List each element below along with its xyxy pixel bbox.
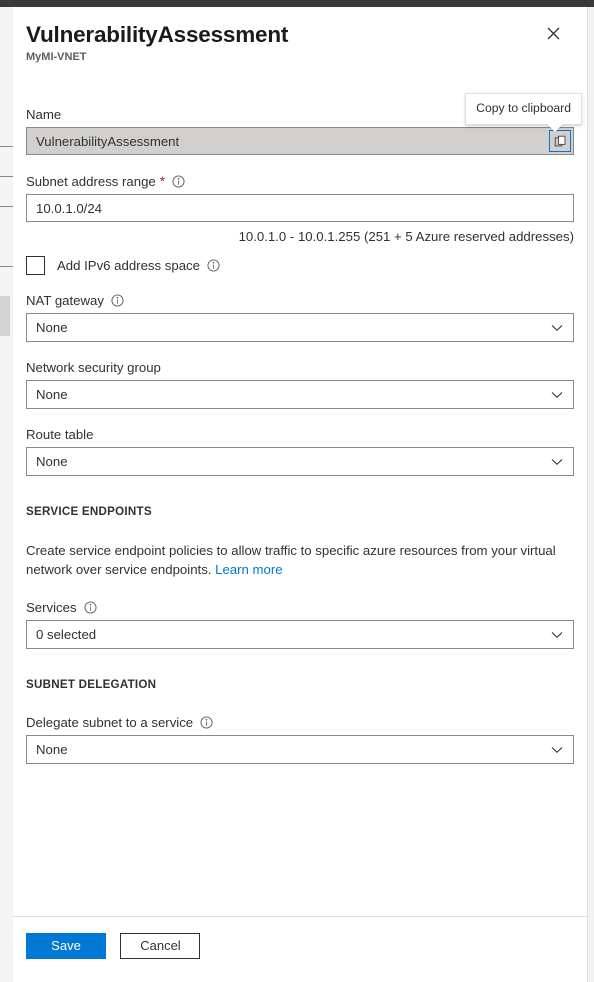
service-endpoints-header: SERVICE ENDPOINTS xyxy=(26,505,152,518)
route-table-dropdown[interactable]: None xyxy=(26,447,574,476)
services-block: Services 0 selected xyxy=(26,599,574,649)
route-table-label-text: Route table xyxy=(26,427,94,442)
info-icon[interactable] xyxy=(207,259,220,272)
nat-gateway-block: NAT gateway None xyxy=(26,292,574,342)
background-shade-block xyxy=(0,296,10,336)
name-input[interactable] xyxy=(26,127,574,155)
info-icon[interactable] xyxy=(200,716,213,729)
subnet-delegation-header: SUBNET DELEGATION xyxy=(26,678,157,691)
page-subtitle: MyMI-VNET xyxy=(26,51,87,63)
add-ipv6-label: Add IPv6 address space xyxy=(57,257,220,274)
route-table-value: None xyxy=(36,454,68,469)
copy-icon[interactable] xyxy=(549,130,571,152)
subnet-address-range-label-text: Subnet address range xyxy=(26,174,156,189)
chevron-down-icon xyxy=(551,631,563,639)
network-security-group-value: None xyxy=(36,387,68,402)
delegate-subnet-dropdown[interactable]: None xyxy=(26,735,574,764)
name-field-wrapper: Copy to clipboard xyxy=(26,93,582,155)
subnet-address-range-helper: 10.0.1.0 - 10.0.1.255 (251 + 5 Azure res… xyxy=(238,229,574,244)
network-security-group-label-text: Network security group xyxy=(26,360,161,375)
background-divider-line xyxy=(0,266,13,267)
chevron-down-icon xyxy=(551,458,563,466)
background-divider-line xyxy=(0,176,13,177)
route-table-block: Route table None xyxy=(26,426,574,476)
nat-gateway-value: None xyxy=(36,320,68,335)
delegate-subnet-block: Delegate subnet to a service None xyxy=(26,714,574,764)
cancel-button[interactable]: Cancel xyxy=(120,933,201,959)
delegate-subnet-label-text: Delegate subnet to a service xyxy=(26,715,194,730)
copy-tooltip: Copy to clipboard xyxy=(465,93,582,132)
chevron-down-icon xyxy=(551,746,563,754)
info-icon[interactable] xyxy=(111,294,124,307)
chevron-down-icon xyxy=(551,391,563,399)
copy-tooltip-arrow xyxy=(546,123,564,132)
close-icon[interactable] xyxy=(539,19,567,47)
blade-body: Name Copy to clipboard Subnet addr xyxy=(13,65,587,916)
network-security-group-label: Network security group xyxy=(26,359,574,376)
services-value: 0 selected xyxy=(36,627,97,642)
background-left-fill xyxy=(0,7,13,982)
info-icon[interactable] xyxy=(172,175,185,188)
name-label-text: Name xyxy=(26,107,62,122)
blade-footer: Save Cancel xyxy=(13,916,587,982)
nat-gateway-dropdown[interactable]: None xyxy=(26,313,574,342)
network-security-group-dropdown[interactable]: None xyxy=(26,380,574,409)
services-dropdown[interactable]: 0 selected xyxy=(26,620,574,649)
delegate-subnet-value: None xyxy=(36,742,68,757)
subnet-address-range-block: Subnet address range * 10.0.1.0 - 10.0.1… xyxy=(26,173,574,245)
info-icon[interactable] xyxy=(84,601,97,614)
network-security-group-block: Network security group None xyxy=(26,359,574,409)
add-ipv6-row[interactable]: Add IPv6 address space xyxy=(26,256,574,275)
copy-tooltip-text: Copy to clipboard xyxy=(476,101,571,115)
window-top-bar xyxy=(0,0,594,7)
add-ipv6-checkbox[interactable] xyxy=(26,256,45,275)
services-label: Services xyxy=(26,599,574,616)
background-divider-line xyxy=(0,146,13,147)
service-endpoints-description: Create service endpoint policies to allo… xyxy=(26,541,561,579)
background-divider-line xyxy=(0,206,13,207)
nat-gateway-label: NAT gateway xyxy=(26,292,574,309)
nat-gateway-label-text: NAT gateway xyxy=(26,293,104,308)
route-table-label: Route table xyxy=(26,426,574,443)
background-right-gutter xyxy=(589,7,594,982)
name-field-block: Name Copy to clipboard xyxy=(26,93,582,155)
subnet-address-range-input[interactable] xyxy=(26,194,574,222)
page-title: VulnerabilityAssessment xyxy=(26,22,289,47)
delegate-subnet-label: Delegate subnet to a service xyxy=(26,714,574,731)
chevron-down-icon xyxy=(551,324,563,332)
blade-header: VulnerabilityAssessment MyMI-VNET xyxy=(13,7,587,65)
required-marker: * xyxy=(159,174,166,189)
subnet-edit-blade: VulnerabilityAssessment MyMI-VNET Name V… xyxy=(13,7,588,982)
subnet-address-range-label: Subnet address range * xyxy=(26,173,574,190)
service-endpoints-description-text: Create service endpoint policies to allo… xyxy=(26,543,556,577)
add-ipv6-label-text: Add IPv6 address space xyxy=(57,258,200,273)
learn-more-link[interactable]: Learn more xyxy=(215,562,282,577)
services-label-text: Services xyxy=(26,600,77,615)
save-button[interactable]: Save xyxy=(26,933,106,959)
